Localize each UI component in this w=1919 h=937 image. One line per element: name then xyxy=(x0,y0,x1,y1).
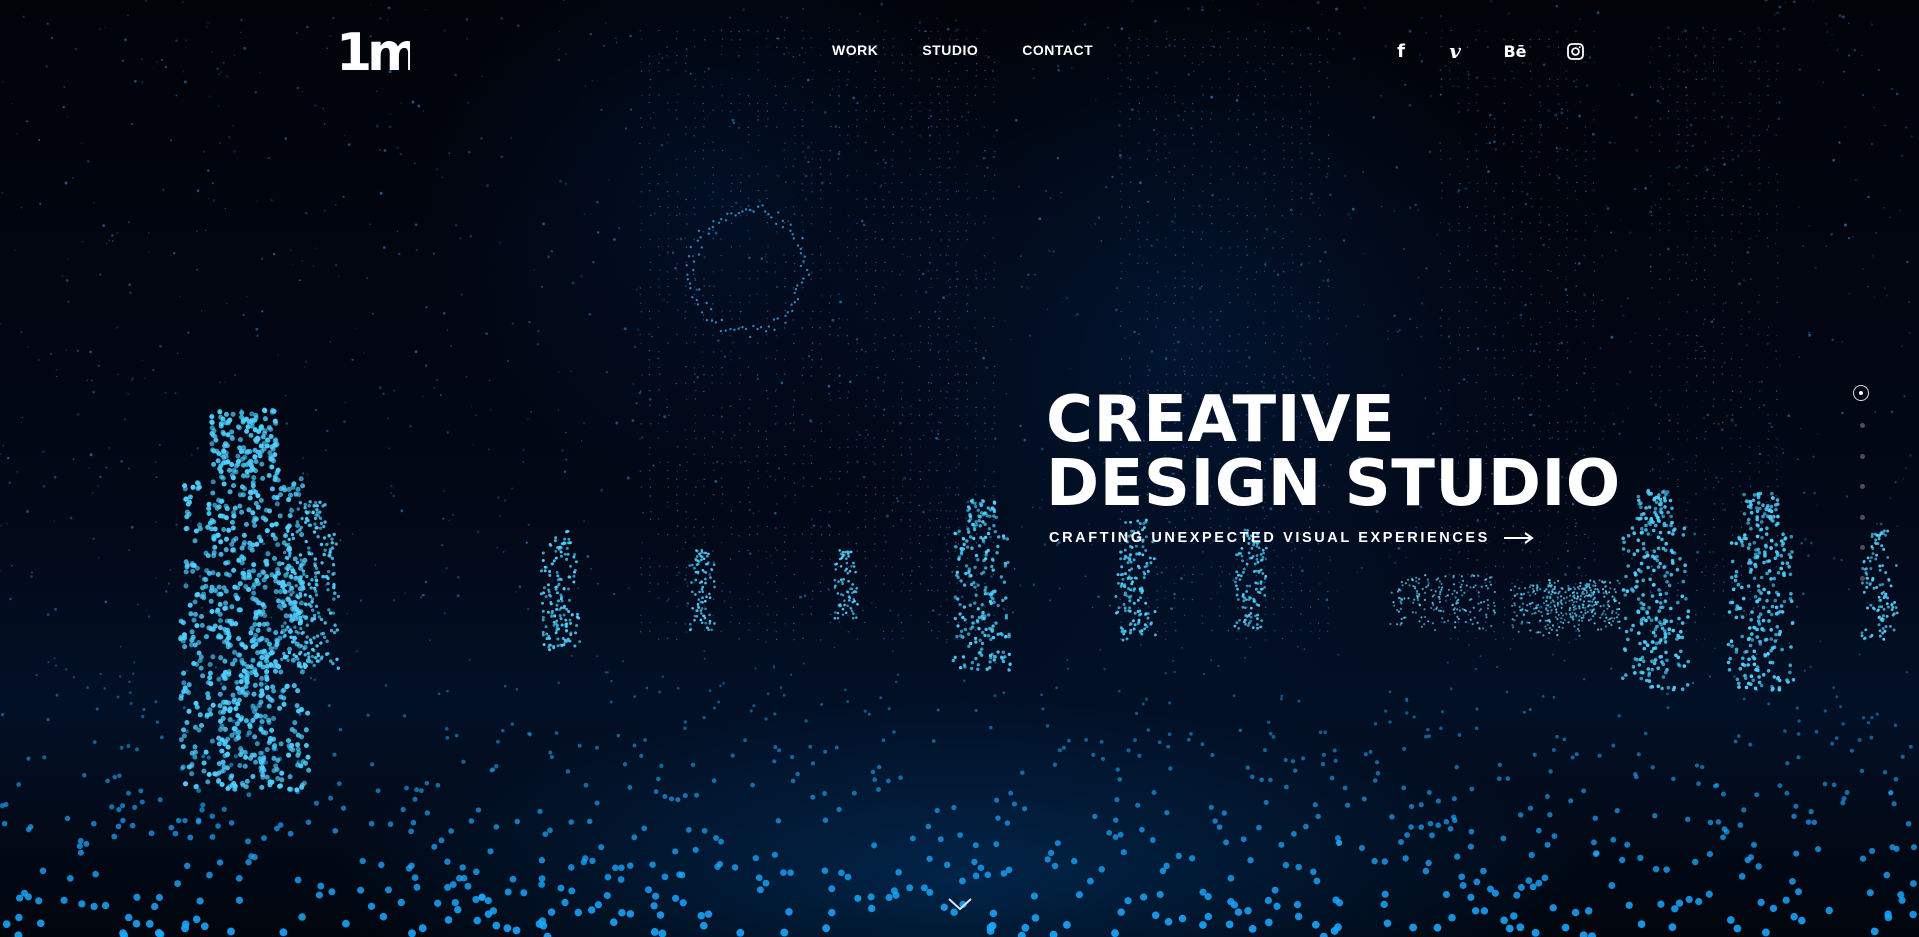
slide-dot-2[interactable] xyxy=(1860,423,1865,428)
vimeo-glyph: v xyxy=(1449,39,1461,63)
slide-dot-1[interactable] xyxy=(1853,385,1869,401)
slide-dot-5[interactable] xyxy=(1860,514,1865,520)
logo-text: 1md xyxy=(336,23,410,80)
hero-tagline-link[interactable]: CRAFTING UNEXPECTED VISUAL EXPERIENCES xyxy=(1049,530,1534,546)
slide-dot-3[interactable] xyxy=(1860,453,1865,459)
facebook-icon[interactable]: f xyxy=(1390,40,1412,62)
particle-city-scene xyxy=(0,0,1918,937)
arrow-right-icon xyxy=(1503,532,1534,544)
nav-item-studio[interactable]: STUDIO xyxy=(922,42,978,58)
tagline-text: CRAFTING UNEXPECTED VISUAL EXPERIENCES xyxy=(1049,530,1490,546)
nav-item-work[interactable]: WORK xyxy=(832,42,878,58)
main-nav: WORK STUDIO CONTACT xyxy=(832,42,1137,58)
slide-dot-7[interactable] xyxy=(1860,575,1865,581)
vimeo-icon[interactable]: v xyxy=(1444,39,1466,63)
behance-icon[interactable]: Bē xyxy=(1502,40,1528,62)
instagram-glyph xyxy=(1566,42,1584,60)
hero-background xyxy=(0,0,1919,937)
chevron-down-icon[interactable] xyxy=(945,894,975,914)
headline-line-2: DESIGN STUDIO xyxy=(1046,447,1621,521)
slide-pagination xyxy=(1852,385,1874,581)
behance-glyph: Bē xyxy=(1503,41,1527,61)
slide-dot-6[interactable] xyxy=(1860,545,1865,550)
headline-line-1: CREATIVE xyxy=(1046,383,1396,457)
instagram-icon[interactable] xyxy=(1564,40,1586,62)
nav-item-contact[interactable]: CONTACT xyxy=(1022,42,1093,58)
slide-dot-4[interactable] xyxy=(1860,484,1865,489)
hero-headline: CREATIVE DESIGN STUDIO xyxy=(1046,388,1621,516)
facebook-glyph: f xyxy=(1397,40,1405,62)
site-logo[interactable]: 1md xyxy=(336,22,410,80)
